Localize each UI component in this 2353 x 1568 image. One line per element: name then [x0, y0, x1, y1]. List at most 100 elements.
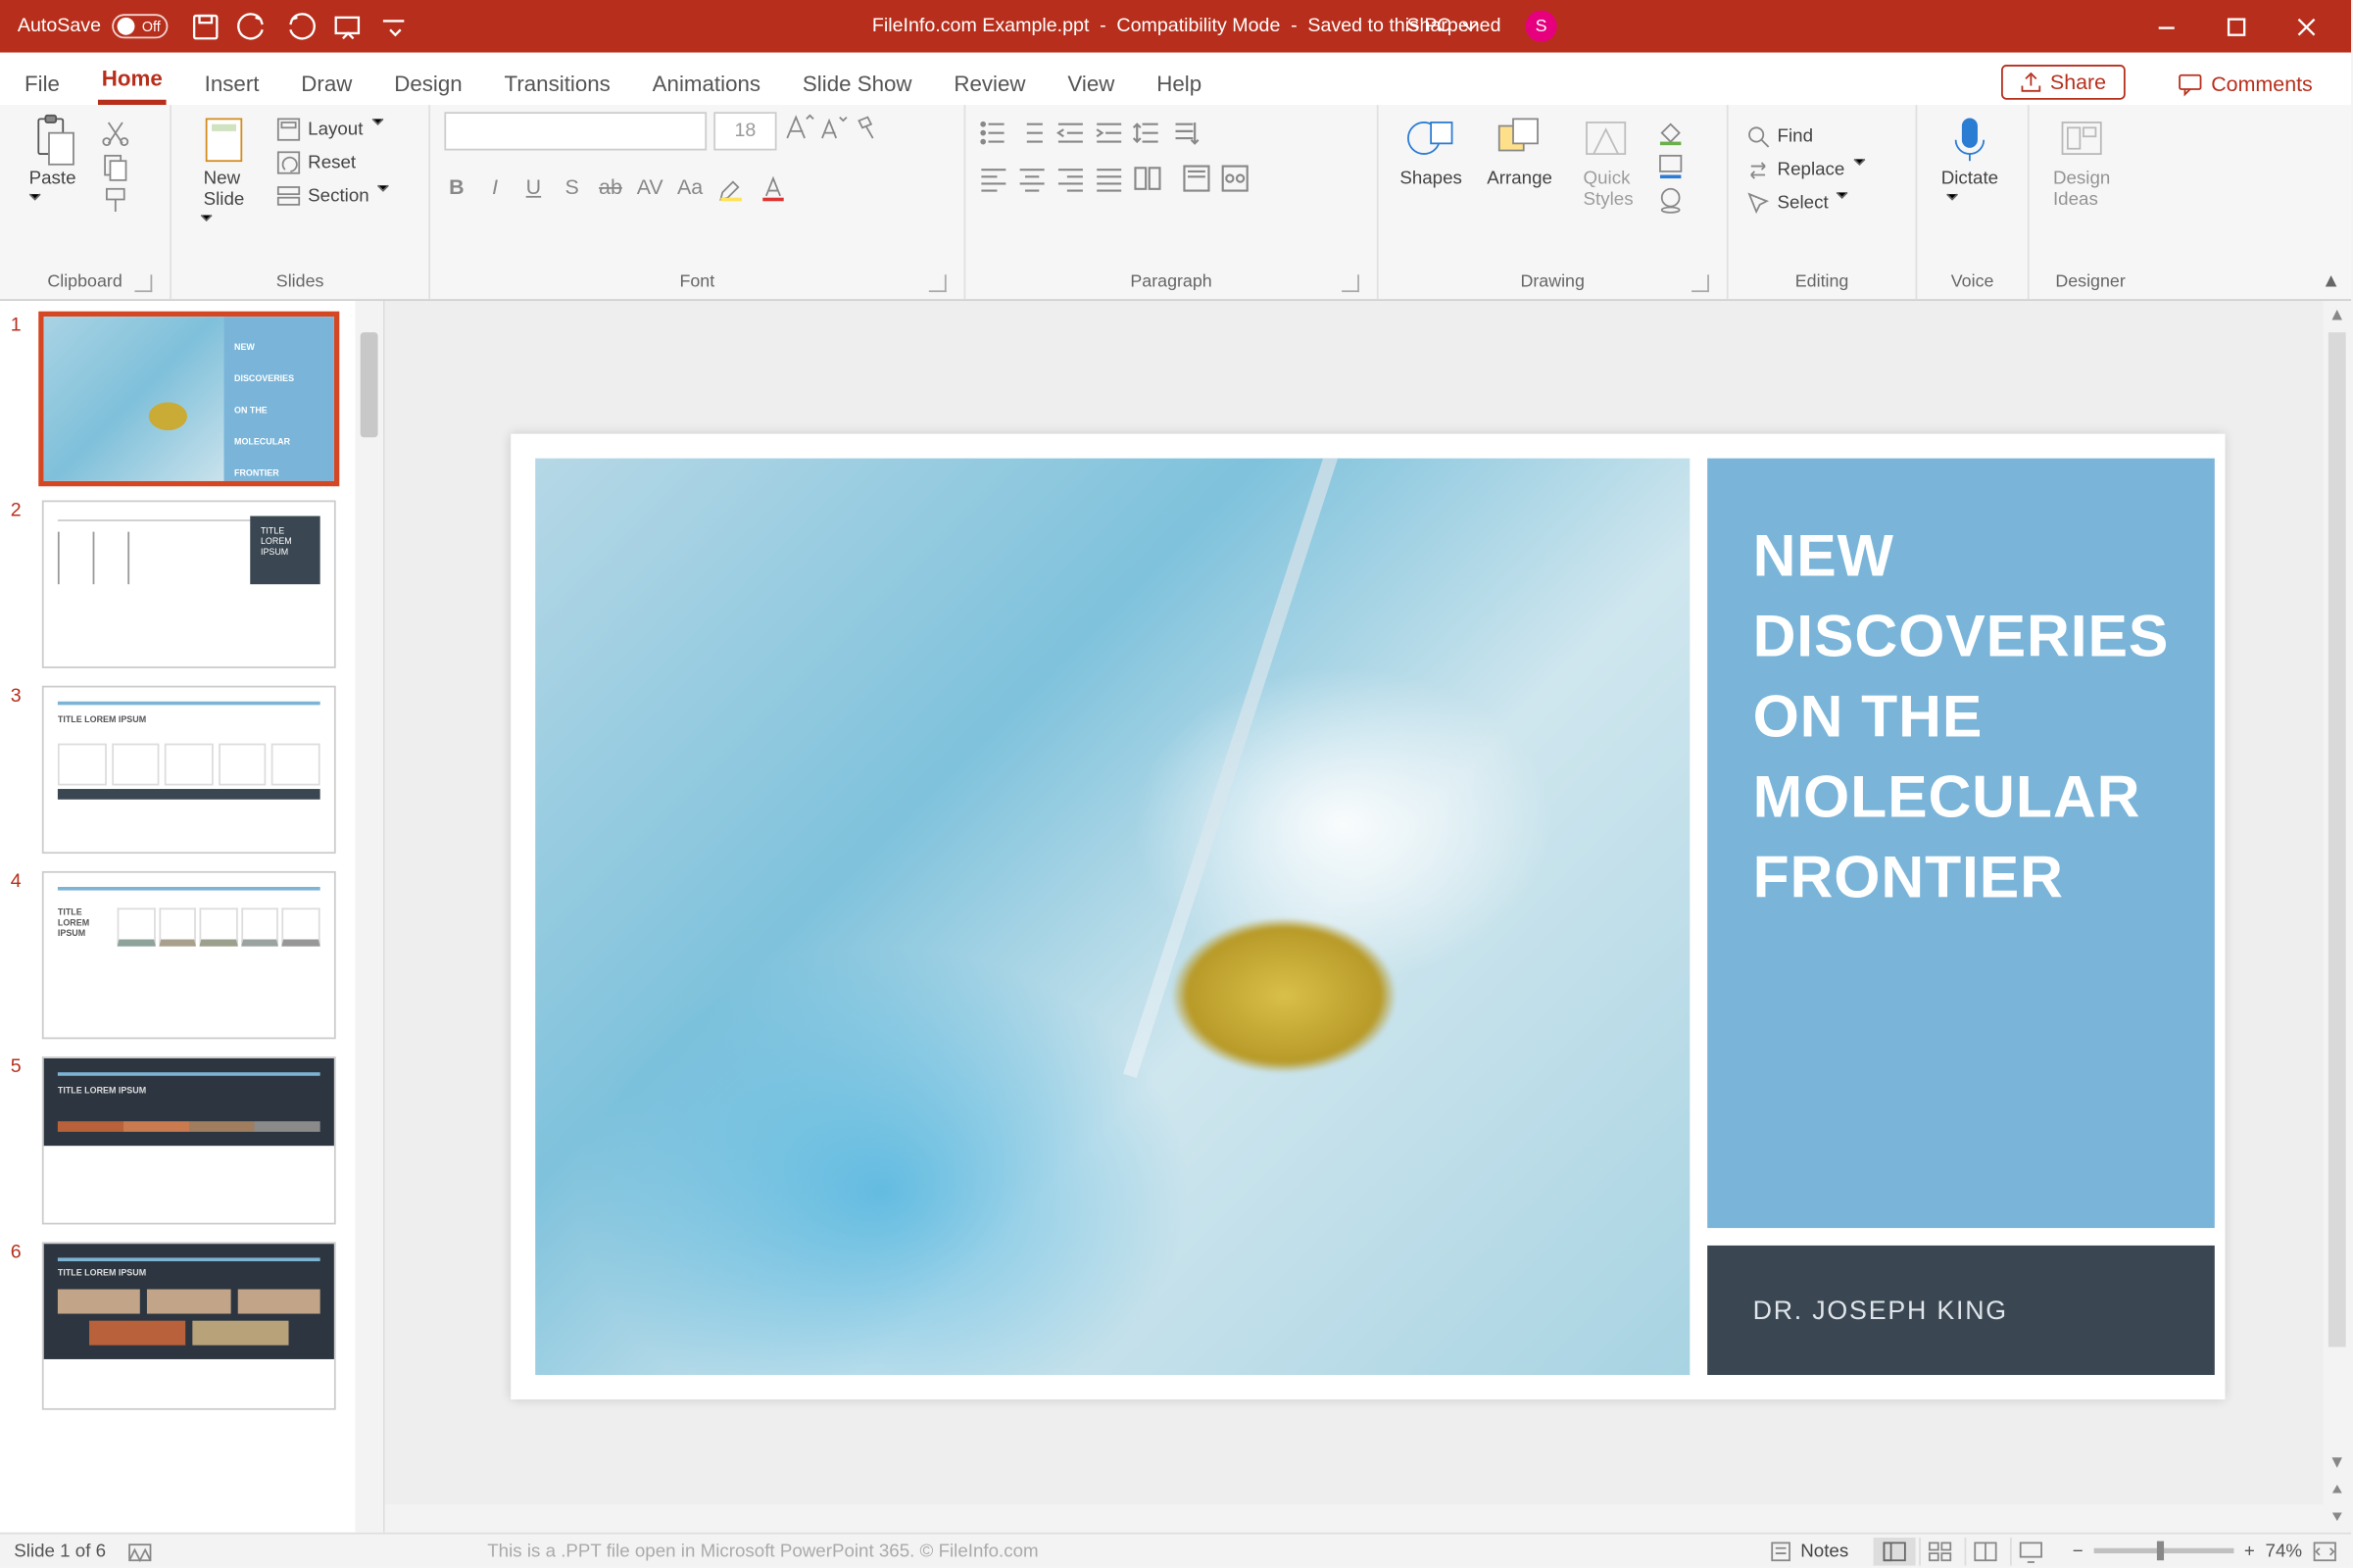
present-icon[interactable]: [333, 13, 360, 39]
save-icon[interactable]: [192, 13, 219, 39]
prev-slide-icon[interactable]: ⯅: [2323, 1477, 2351, 1505]
reset-button[interactable]: Reset: [272, 149, 404, 177]
tab-animations[interactable]: Animations: [649, 61, 764, 105]
scroll-up-icon[interactable]: ▲: [2323, 301, 2351, 329]
paste-button[interactable]: Paste: [14, 112, 91, 245]
slide-canvas-area[interactable]: NEW DISCOVERIES ON THE MOLECULAR FRONTIE…: [385, 301, 2351, 1533]
thumbnail-2[interactable]: 2 TITLE LOREM IPSUM: [11, 501, 372, 668]
align-text-icon[interactable]: [1183, 165, 1211, 193]
tab-design[interactable]: Design: [391, 61, 466, 105]
accessibility-icon[interactable]: [126, 1539, 151, 1563]
redo-icon[interactable]: [286, 13, 313, 39]
scroll-down-icon[interactable]: ▼: [2323, 1448, 2351, 1477]
justify-icon[interactable]: [1095, 165, 1123, 193]
thumbnail-5[interactable]: 5 TITLE LOREM IPSUM: [11, 1056, 372, 1224]
notes-button[interactable]: Notes: [1766, 1537, 1852, 1565]
slide-author-box[interactable]: DR. JOSEPH KING: [1707, 1246, 2214, 1375]
strike-button[interactable]: ab: [598, 175, 622, 209]
shape-outline-icon[interactable]: [1657, 152, 1686, 180]
dictate-button[interactable]: Dictate: [1932, 112, 2009, 245]
italic-button[interactable]: I: [483, 175, 508, 209]
char-spacing-button[interactable]: AV: [637, 175, 663, 209]
thumbnail-3[interactable]: 3 TITLE LOREM IPSUM: [11, 686, 372, 854]
fit-window-icon[interactable]: [2313, 1539, 2337, 1563]
layout-button[interactable]: Layout: [272, 116, 404, 144]
tab-home[interactable]: Home: [98, 56, 166, 105]
dialog-launcher-icon[interactable]: [1691, 274, 1709, 292]
shape-effects-icon[interactable]: [1657, 185, 1686, 214]
format-painter-icon[interactable]: [102, 185, 130, 214]
section-button[interactable]: Section: [272, 182, 404, 211]
columns-icon[interactable]: [1134, 165, 1162, 193]
normal-view-button[interactable]: [1873, 1537, 1915, 1565]
zoom-out-button[interactable]: −: [2073, 1541, 2083, 1561]
next-slide-icon[interactable]: ⯆: [2323, 1504, 2351, 1533]
font-size-combo[interactable]: 18: [713, 112, 776, 150]
slide-title-box[interactable]: NEW DISCOVERIES ON THE MOLECULAR FRONTIE…: [1707, 459, 2214, 1228]
thumb-scrollbar[interactable]: [355, 301, 383, 1533]
avatar[interactable]: S: [1526, 11, 1557, 42]
tab-draw[interactable]: Draw: [298, 61, 356, 105]
sorter-view-button[interactable]: [1919, 1537, 1961, 1565]
maximize-button[interactable]: [2201, 0, 2271, 53]
slide-panel[interactable]: 1 NEW DISCOVERIES ON THE MOLECULAR FRONT…: [0, 301, 385, 1533]
copy-icon[interactable]: [102, 152, 130, 180]
font-color-button[interactable]: [759, 175, 787, 209]
align-center-icon[interactable]: [1018, 165, 1047, 193]
slideshow-view-button[interactable]: [2009, 1537, 2051, 1565]
tab-insert[interactable]: Insert: [201, 61, 263, 105]
clear-formatting-icon[interactable]: [854, 113, 882, 149]
new-slide-button[interactable]: New Slide: [185, 112, 263, 266]
change-case-button[interactable]: Aa: [677, 175, 703, 209]
increase-font-icon[interactable]: [784, 113, 812, 149]
tab-transitions[interactable]: Transitions: [501, 61, 613, 105]
undo-icon[interactable]: [239, 13, 266, 39]
underline-button[interactable]: U: [521, 175, 546, 209]
numbering-icon[interactable]: [1018, 119, 1047, 147]
reading-view-button[interactable]: [1964, 1537, 2006, 1565]
arrange-button[interactable]: Arrange: [1480, 112, 1559, 192]
replace-button[interactable]: Replace: [1742, 156, 1880, 184]
decrease-indent-icon[interactable]: [1056, 119, 1085, 147]
align-left-icon[interactable]: [980, 165, 1008, 193]
design-ideas-button[interactable]: Design Ideas: [2043, 112, 2121, 214]
zoom-level[interactable]: 74%: [2266, 1541, 2303, 1561]
zoom-slider[interactable]: [2093, 1548, 2233, 1553]
thumbnail-6[interactable]: 6 TITLE LOREM IPSUM: [11, 1242, 372, 1409]
text-direction-icon[interactable]: [1172, 119, 1201, 147]
bold-button[interactable]: B: [444, 175, 468, 209]
autosave-toggle[interactable]: AutoSave Off: [18, 14, 168, 38]
thumbnail-1[interactable]: 1 NEW DISCOVERIES ON THE MOLECULAR FRONT…: [11, 315, 372, 482]
dialog-launcher-icon[interactable]: [929, 274, 947, 292]
zoom-control[interactable]: − + 74%: [2073, 1539, 2337, 1563]
find-button[interactable]: Find: [1742, 122, 1880, 151]
shadow-button[interactable]: S: [560, 175, 584, 209]
line-spacing-icon[interactable]: [1134, 119, 1162, 147]
quick-styles-button[interactable]: Quick Styles: [1570, 112, 1647, 214]
tab-file[interactable]: File: [21, 61, 63, 105]
decrease-font-icon[interactable]: [818, 113, 847, 149]
cut-icon[interactable]: [102, 119, 130, 147]
select-button[interactable]: Select: [1742, 189, 1880, 218]
font-name-combo[interactable]: [444, 112, 707, 150]
increase-indent-icon[interactable]: [1095, 119, 1123, 147]
close-button[interactable]: [2271, 0, 2340, 53]
smartart-icon[interactable]: [1221, 165, 1250, 193]
highlight-button[interactable]: [717, 175, 746, 209]
dialog-launcher-icon[interactable]: [1342, 274, 1359, 292]
thumbnail-4[interactable]: 4 TITLE LOREM IPSUM: [11, 871, 372, 1039]
dialog-launcher-icon[interactable]: [134, 274, 152, 292]
canvas-hscrollbar[interactable]: [385, 1504, 2324, 1533]
canvas-vscrollbar[interactable]: ▲ ▼ ⯅ ⯆: [2323, 301, 2351, 1533]
shapes-button[interactable]: Shapes: [1393, 112, 1470, 192]
chevron-down-icon[interactable]: [1461, 18, 1479, 35]
slide-counter[interactable]: Slide 1 of 6: [14, 1541, 106, 1561]
shape-fill-icon[interactable]: [1657, 119, 1686, 147]
align-right-icon[interactable]: [1056, 165, 1085, 193]
slide[interactable]: NEW DISCOVERIES ON THE MOLECULAR FRONTIE…: [511, 434, 2225, 1399]
collapse-ribbon-icon[interactable]: ▲: [2322, 271, 2340, 292]
bullets-icon[interactable]: [980, 119, 1008, 147]
minimize-button[interactable]: [2131, 0, 2200, 53]
zoom-in-button[interactable]: +: [2244, 1541, 2255, 1561]
qat-overflow-icon[interactable]: [381, 13, 408, 39]
